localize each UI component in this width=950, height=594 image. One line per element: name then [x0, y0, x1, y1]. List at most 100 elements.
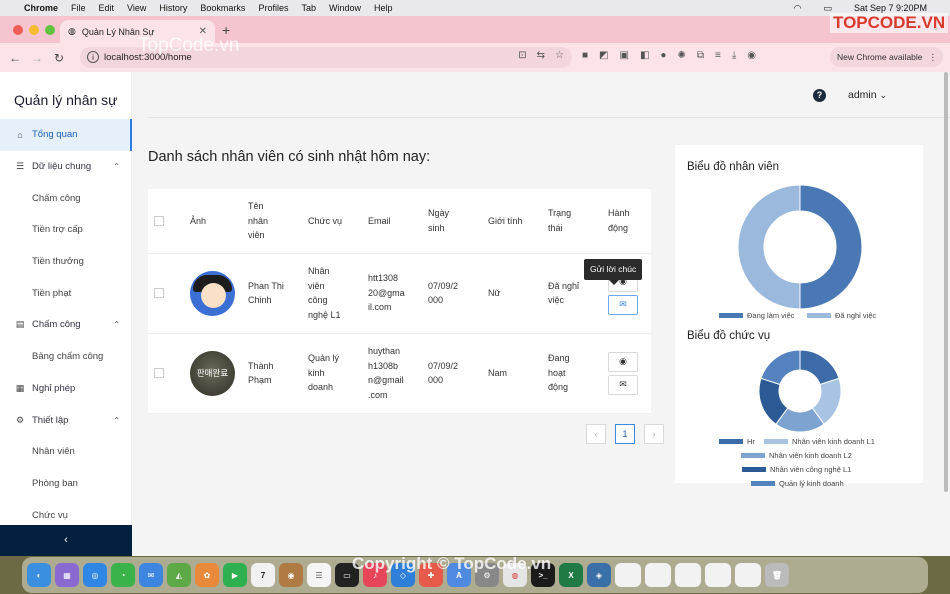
install-icon[interactable]: ⊡ [518, 50, 526, 61]
wifi-icon[interactable]: ◠ [794, 3, 802, 14]
trash-icon[interactable]: 🗑 [765, 563, 789, 587]
window-thumbnail[interactable] [615, 563, 641, 587]
donut-slice-0[interactable] [799, 349, 840, 386]
window-thumbnail[interactable] [705, 563, 731, 587]
topcode-logo: TOPCODE.VN [830, 13, 949, 33]
window-thumbnail[interactable] [735, 563, 761, 587]
legend-item[interactable]: Nhân viên kinh doanh L2 [741, 451, 852, 460]
messages-icon[interactable]: ◔ [111, 563, 135, 587]
photos-icon[interactable]: ✿ [195, 563, 219, 587]
new-chrome-available-button[interactable]: New Chrome available ⋮ [830, 47, 943, 67]
help-icon[interactable]: ? [813, 89, 826, 102]
facetime-icon[interactable]: ▶ [223, 563, 247, 587]
menu-file[interactable]: File [71, 3, 86, 13]
col-dob: Ngày sinh [418, 189, 478, 254]
clock-text[interactable]: Sat Sep 7 9:20PM [854, 3, 927, 13]
extension-icon[interactable]: ● [660, 50, 666, 61]
download-icon[interactable]: ⤓ [732, 50, 736, 61]
minimize-window-button[interactable] [29, 25, 39, 35]
send-wishes-button[interactable]: ✉ [608, 294, 638, 315]
bookmark-star-icon[interactable]: ☆ [555, 50, 564, 61]
translate-icon[interactable]: ⇆ [537, 50, 545, 61]
eye-icon: ◉ [619, 356, 627, 367]
send-wishes-button[interactable]: ✉ [608, 374, 638, 395]
battery-icon[interactable]: ▭ [823, 3, 832, 14]
close-window-button[interactable] [13, 25, 23, 35]
sidebar-item-3[interactable]: Tiền trợ cấp [0, 214, 132, 246]
extension-icon[interactable]: ▣ [620, 50, 629, 61]
legend-item[interactable]: Đã nghỉ việc [807, 311, 876, 320]
donut-slice-4[interactable] [760, 349, 801, 386]
forward-icon[interactable]: → [26, 51, 48, 65]
maps-icon[interactable]: ◭ [167, 563, 191, 587]
sidebar-item-5[interactable]: Tiền phạt [0, 277, 132, 309]
finder-icon[interactable]: ◐ [27, 563, 51, 587]
reading-list-icon[interactable]: ≡ [715, 50, 721, 61]
back-icon[interactable]: ← [4, 51, 26, 65]
pagination: ‹ 1 › [586, 424, 664, 444]
select-all-checkbox[interactable] [154, 215, 164, 226]
sidebar-item-10[interactable]: Nhân viên [0, 436, 132, 468]
legend-item[interactable]: Hr [719, 437, 755, 446]
donut-slice-0[interactable] [799, 184, 863, 310]
profile-avatar-icon[interactable]: ◉ [747, 50, 756, 61]
calendar-app-icon[interactable]: 7 [251, 563, 275, 587]
next-page-button[interactable]: › [644, 424, 664, 444]
launchpad-icon[interactable]: ▦ [55, 563, 79, 587]
prev-page-button[interactable]: ‹ [586, 424, 606, 444]
puzzle-icon[interactable]: ⧉ [697, 50, 704, 61]
sidebar-item-0[interactable]: ⌂ Tổng quan [0, 119, 132, 151]
sidebar-item-1[interactable]: ☰ Dữ liệu chung ⌃ [0, 151, 132, 183]
page-scrollbar[interactable] [944, 72, 948, 492]
user-menu[interactable]: admin ⌄ [848, 89, 887, 101]
menu-profiles[interactable]: Profiles [258, 3, 288, 13]
app-logo-title[interactable]: Quản lý nhân sự [14, 92, 118, 108]
row-checkbox[interactable] [154, 288, 164, 298]
window-thumbnail[interactable] [675, 563, 701, 587]
chevron-up-icon: ⌃ [113, 320, 120, 330]
mail-app-icon[interactable]: ✉ [139, 563, 163, 587]
excel-icon[interactable]: X [559, 563, 583, 587]
postgres-icon[interactable]: ◈ [587, 563, 611, 587]
zoom-window-button[interactable] [45, 25, 55, 35]
sidebar-item-9[interactable]: ⚙ Thiết lập ⌃ [0, 404, 132, 436]
legend-item[interactable]: Đang làm việc [719, 311, 795, 320]
safari-icon[interactable]: ◎ [83, 563, 107, 587]
legend-item[interactable]: Quản lý kinh doanh [751, 479, 844, 488]
reminders-icon[interactable]: ☰ [307, 563, 331, 587]
menu-edit[interactable]: Edit [99, 3, 115, 13]
more-menu-icon[interactable]: ⋮ [929, 52, 938, 63]
sidebar-item-2[interactable]: Chấm công [0, 182, 132, 214]
menu-bookmarks[interactable]: Bookmarks [200, 3, 245, 13]
legend-item[interactable]: Nhân viên kinh doanh L1 [764, 437, 875, 446]
menu-help[interactable]: Help [374, 3, 393, 13]
sidebar-item-11[interactable]: Phòng ban [0, 468, 132, 500]
cell-position: Nhân viên công nghệ L1 [298, 253, 358, 334]
menu-view[interactable]: View [127, 3, 146, 13]
contacts-icon[interactable]: ◉ [279, 563, 303, 587]
sidebar-item-6[interactable]: ▤ Chấm công ⌃ [0, 309, 132, 341]
page-1-button[interactable]: 1 [615, 424, 635, 444]
reload-icon[interactable]: ↻ [48, 51, 70, 65]
menu-tab[interactable]: Tab [301, 3, 316, 13]
sidebar-item-4[interactable]: Tiền thưởng [0, 246, 132, 278]
database-icon: ☰ [15, 161, 25, 172]
sidebar-collapse-button[interactable]: ‹ [0, 525, 132, 556]
window-thumbnail[interactable] [645, 563, 671, 587]
legend-item[interactable]: Nhân viên công nghệ L1 [742, 465, 851, 474]
extension-icon[interactable]: ◩ [599, 50, 608, 61]
extension-icon[interactable]: ■ [582, 50, 588, 61]
extension-icon[interactable]: ◧ [640, 50, 649, 61]
tooltip: Gửi lời chúc [584, 259, 643, 285]
extension-icon[interactable]: ✺ [677, 50, 685, 61]
menu-window[interactable]: Window [329, 3, 361, 13]
view-button[interactable]: ◉ [608, 351, 638, 372]
menubar-app-name[interactable]: Chrome [24, 3, 58, 13]
sidebar-item-7[interactable]: Bảng chấm công [0, 341, 132, 373]
col-position: Chức vụ [298, 189, 358, 254]
menu-history[interactable]: History [159, 3, 187, 13]
row-checkbox[interactable] [154, 368, 164, 378]
donut-slice-1[interactable] [737, 184, 801, 310]
site-info-icon[interactable]: i [87, 51, 99, 63]
sidebar-item-8[interactable]: ▦ Nghỉ phép [0, 373, 132, 405]
